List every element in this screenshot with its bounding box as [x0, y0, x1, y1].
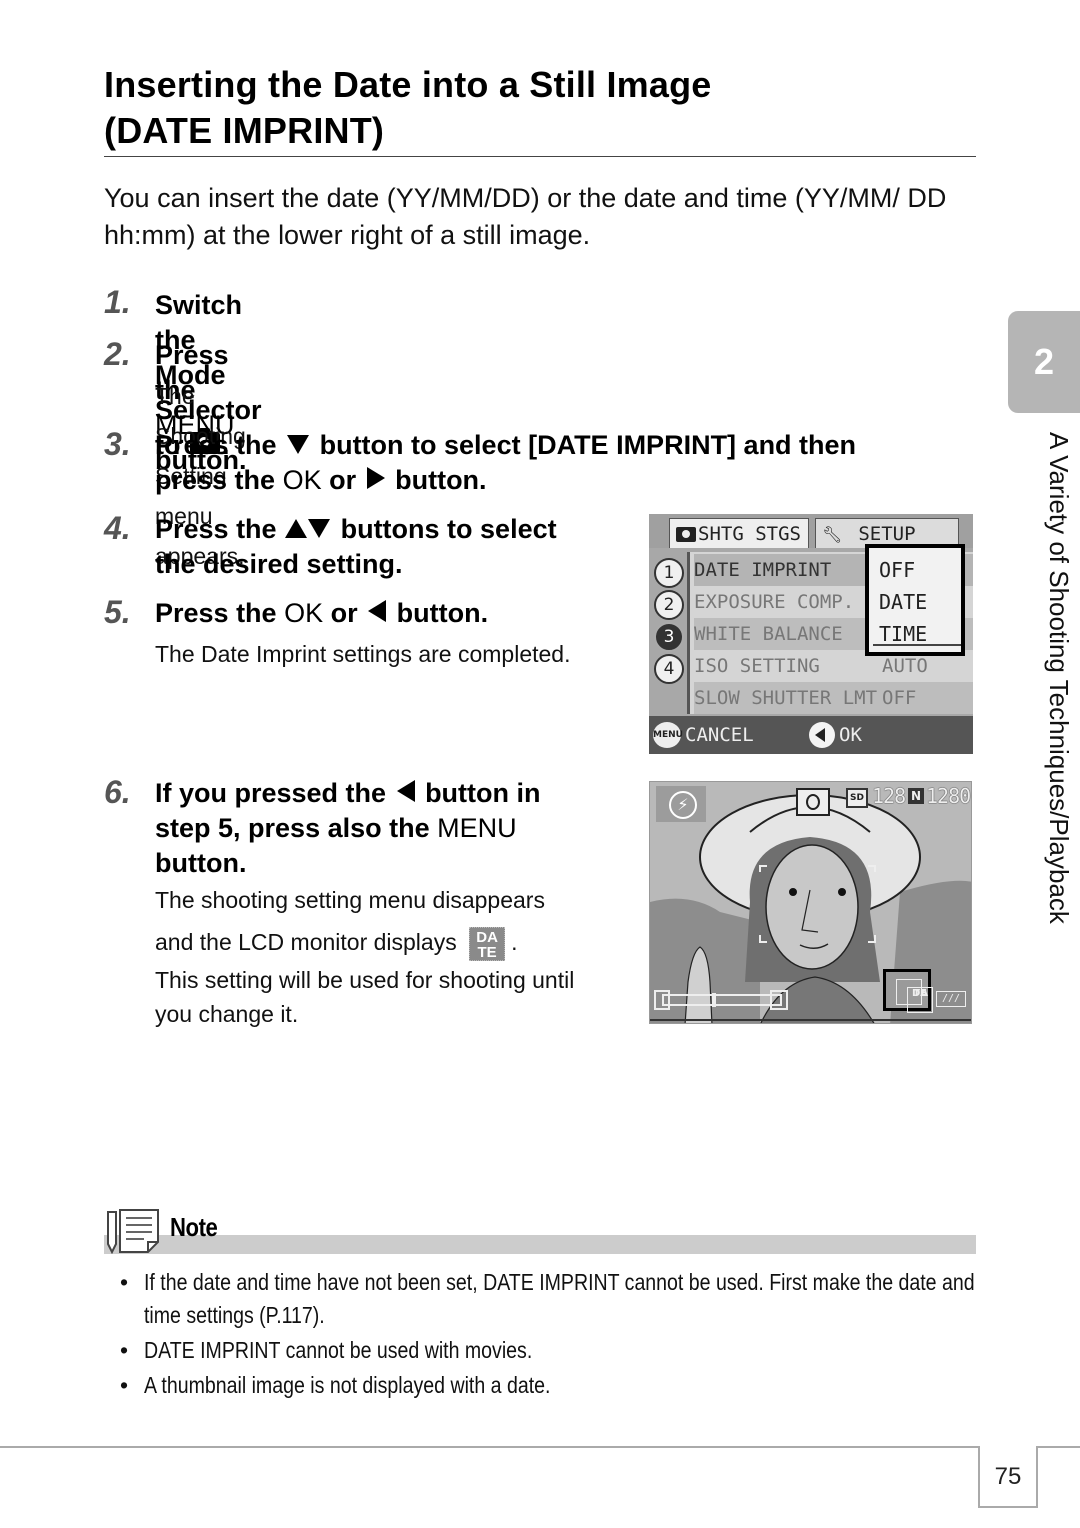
note-label: Note: [170, 1212, 218, 1242]
note-list: • If the date and time have not been set,…: [120, 1266, 976, 1404]
menu-button-label: MENU: [437, 813, 517, 843]
step-result-line-4: you change it.: [155, 1001, 299, 1027]
face: [765, 844, 859, 970]
page-title: Inserting the Date into a Still Image (D…: [104, 62, 976, 154]
page-indicator-4: 4: [654, 654, 684, 684]
right-eye: [838, 888, 846, 896]
step-number: 2.: [104, 336, 131, 372]
title-line-2: (DATE IMPRINT): [104, 110, 385, 151]
step-number: 5.: [104, 594, 131, 630]
right-arrow-icon: [366, 467, 385, 489]
page-indicator-2: 2: [654, 590, 684, 620]
date-imprint-icon: DA TE: [896, 979, 933, 1013]
chapter-tab: 2: [1008, 311, 1080, 413]
step-instruction: Press the button to select [DATE IMPRINT…: [155, 430, 857, 495]
cancel-label: CANCEL: [685, 724, 754, 746]
left-arrow-icon: [396, 780, 415, 802]
page-indicator-1: 1: [654, 558, 684, 588]
ok-label: OK: [839, 724, 862, 746]
down-arrow-icon: [287, 435, 310, 454]
camera-mode-icon: [796, 788, 830, 816]
menu-tab-bar: SHTG STGS 🔧︎ SETUP: [649, 514, 973, 548]
intro-paragraph: You can insert the date (YY/MM/DD) or th…: [104, 183, 947, 250]
tab-shooting-settings: SHTG STGS: [669, 518, 809, 548]
note-icon: [107, 1209, 159, 1254]
zoom-tele-icon: [770, 990, 788, 1010]
footer-divider: [0, 1446, 1080, 1448]
step-result-line-1: The shooting setting menu disappears: [155, 887, 545, 913]
step-instruction: Press the OK or button.: [155, 598, 489, 628]
title-divider: [104, 156, 976, 157]
step-number: 6.: [104, 774, 131, 810]
left-arrow-icon: [809, 722, 835, 748]
flash-off-icon: ⚡︎: [656, 786, 706, 822]
down-arrow-icon: [308, 519, 331, 538]
date-imprint-icon: DA TE: [469, 926, 506, 961]
step-number: 1.: [104, 284, 131, 320]
option-divider: [873, 644, 961, 646]
menu-row-slow-shutter: SLOW SHUTTER LMT OFF: [694, 682, 973, 714]
step-instruction: Press the buttons to select the desired s…: [155, 514, 557, 579]
option-date: DATE: [879, 590, 928, 614]
remaining-shots: 128: [872, 784, 906, 808]
menu-bottom-bar: MENU CANCEL OK: [649, 716, 973, 754]
left-eye: [789, 888, 797, 896]
note-item: • If the date and time have not been set,…: [120, 1269, 975, 1328]
camera-menu-screenshot: SHTG STGS 🔧︎ SETUP 1 2 3 4 DATE IMPRINT E…: [649, 514, 973, 754]
step-number: 4.: [104, 510, 131, 546]
sd-card-icon: SD: [846, 788, 868, 808]
ok-button-label: OK: [284, 598, 324, 628]
camera-icon: [676, 527, 696, 542]
camera-live-view-screenshot: ⚡︎ SD 128 N 1280 DA TE ///: [649, 781, 972, 1024]
note-item: • DATE IMPRINT cannot be used with movies…: [120, 1337, 533, 1363]
resolution-indicator: 1280: [926, 784, 971, 808]
menu-button-icon: MENU: [653, 722, 683, 748]
title-line-1: Inserting the Date into a Still Image: [104, 64, 712, 105]
note-header-bar: [104, 1235, 976, 1254]
zoom-bar: [662, 993, 782, 1007]
wrench-icon: 🔧︎: [822, 525, 843, 544]
step-result: The Date Imprint settings are completed.: [155, 641, 571, 667]
ok-button-label: OK: [282, 465, 322, 495]
date-imprint-options-popup: OFF DATE TIME: [865, 544, 965, 656]
quality-indicator: N: [908, 788, 924, 804]
step-number: 3.: [104, 426, 131, 462]
option-off: OFF: [879, 558, 916, 582]
page-number: 75: [978, 1446, 1038, 1508]
date-imprint-indicator-highlight: DA TE: [883, 969, 933, 1013]
step-result-line-2: and the LCD monitor displays DA TE.: [155, 926, 518, 961]
step-instruction: If you pressed the button in step 5, pres…: [155, 778, 541, 878]
image-stabilizer-icon: ///: [936, 991, 966, 1007]
up-arrow-icon: [285, 519, 308, 538]
note-item: • A thumbnail image is not displayed with…: [120, 1372, 551, 1398]
page-indicator-3: 3: [654, 622, 684, 652]
left-arrow-icon: [368, 600, 387, 622]
option-time: TIME: [879, 622, 928, 646]
chapter-title: A Variety of Shooting Techniques/Playbac…: [1044, 432, 1074, 924]
